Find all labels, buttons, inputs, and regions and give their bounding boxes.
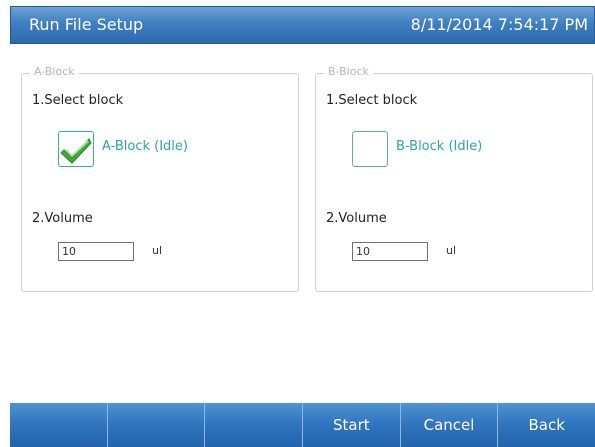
b-volume-input[interactable] [352, 242, 428, 261]
datetime-display: 8/11/2014 7:54:17 PM [410, 15, 588, 34]
title-bar: Run File Setup 8/11/2014 7:54:17 PM [0, 0, 595, 48]
b-select-block-label: 1.Select block [326, 93, 418, 108]
bottom-button-bar: Start Cancel Back [10, 403, 595, 447]
b-volume-unit: ul [446, 244, 457, 257]
blank-button-3[interactable] [205, 403, 304, 447]
blank-button-2[interactable] [107, 403, 206, 447]
b-block-group: B-Block 1.Select block B-Block (Idle) 2.… [315, 65, 593, 292]
start-button[interactable]: Start [303, 403, 401, 447]
b-block-legend: B-Block [324, 65, 373, 78]
a-select-block-label: 1.Select block [32, 93, 124, 108]
a-block-checkbox[interactable] [58, 131, 94, 167]
a-volume-input[interactable] [58, 242, 134, 261]
cancel-button[interactable]: Cancel [400, 403, 499, 447]
b-block-status-label[interactable]: B-Block (Idle) [396, 139, 482, 154]
back-button[interactable]: Back [498, 403, 595, 447]
a-block-status-label[interactable]: A-Block (Idle) [102, 139, 188, 154]
window-title: Run File Setup [29, 15, 144, 34]
a-block-group: A-Block 1.Select block A-Block (Idle) 2.… [21, 65, 299, 292]
b-volume-label: 2.Volume [326, 211, 387, 226]
a-block-legend: A-Block [30, 65, 79, 78]
b-block-checkbox[interactable] [352, 131, 388, 167]
blank-button-1[interactable] [10, 403, 108, 447]
checkmark-icon [60, 138, 92, 164]
title-bar-panel: Run File Setup 8/11/2014 7:54:17 PM [10, 6, 595, 44]
a-volume-label: 2.Volume [32, 211, 93, 226]
a-volume-unit: ul [152, 244, 163, 257]
